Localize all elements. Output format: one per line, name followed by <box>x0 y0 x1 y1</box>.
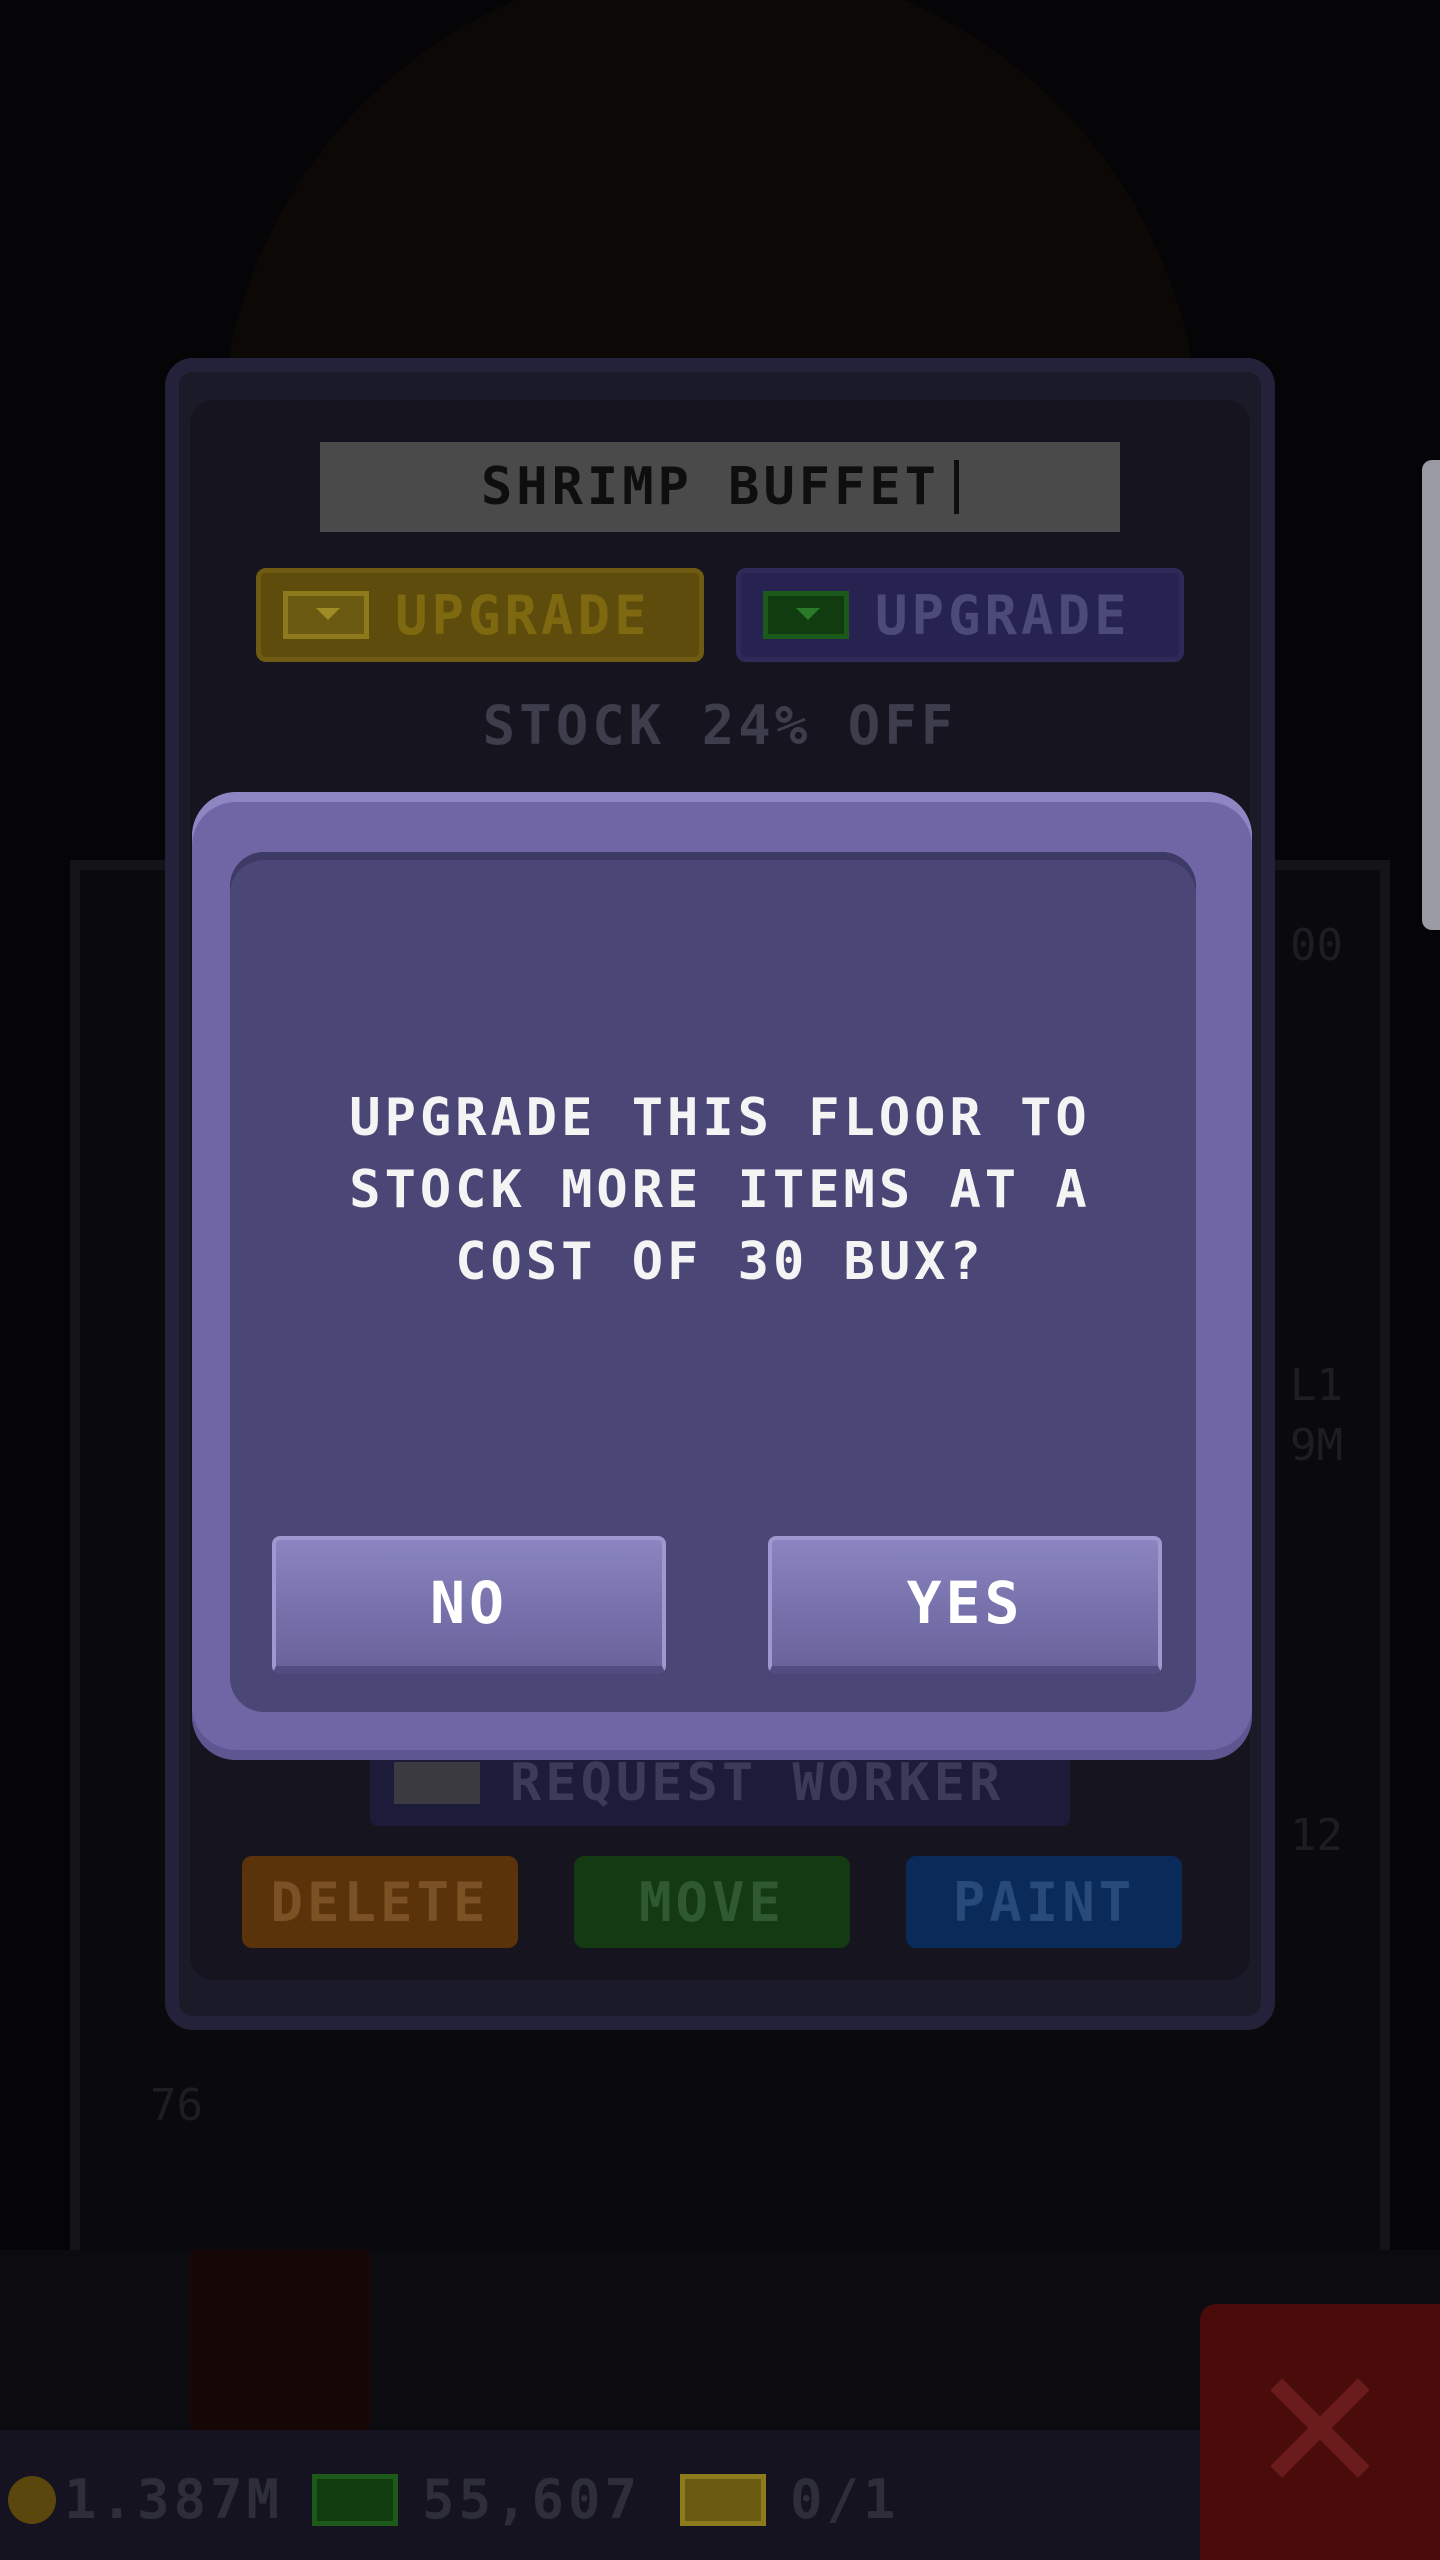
upgrade-gold-button[interactable]: UPGRADE <box>256 568 704 662</box>
floor-name-input[interactable]: SHRIMP BUFFET <box>320 442 1120 532</box>
coin-icon <box>8 2475 56 2524</box>
background-text: L1 <box>1290 1360 1343 1411</box>
upgrade-bux-button[interactable]: UPGRADE <box>736 568 1184 662</box>
worker-request-icon <box>394 1762 480 1804</box>
paint-button[interactable]: PAINT <box>906 1856 1182 1948</box>
text-caret <box>954 460 959 514</box>
background-text: 76 <box>150 2080 203 2131</box>
upgrade-bux-label: UPGRADE <box>875 583 1131 647</box>
dialog-message: UPGRADE THIS FLOOR TO STOCK MORE ITEMS A… <box>349 1088 1091 1292</box>
stock-discount-text: STOCK 24% OFF <box>482 694 958 757</box>
tickets-value: 0/1 <box>790 2468 900 2531</box>
bux-icon <box>312 2473 398 2526</box>
request-worker-label: REQUEST WORKER <box>510 1753 1005 1813</box>
background-text: 00 <box>1290 920 1343 971</box>
bux-value: 55,607 <box>422 2468 642 2531</box>
close-button[interactable]: ✕ <box>1200 2304 1440 2560</box>
yes-button[interactable]: YES <box>768 1536 1162 1674</box>
bux-counter: 55,607 <box>312 2468 641 2531</box>
tickets-counter: 0/1 <box>680 2468 900 2531</box>
background-text: 9M <box>1290 1420 1343 1471</box>
upgrade-gold-label: UPGRADE <box>395 583 651 647</box>
close-icon: ✕ <box>1248 2333 1392 2531</box>
move-button[interactable]: MOVE <box>574 1856 850 1948</box>
background-red-tile <box>190 2250 370 2430</box>
floor-name-text: SHRIMP BUFFET <box>481 457 940 517</box>
background-text: 12 <box>1290 1810 1343 1861</box>
coins-value: 1.387M <box>64 2468 284 2531</box>
coins-counter: 1.387M <box>8 2468 283 2531</box>
delete-button[interactable]: DELETE <box>242 1856 518 1948</box>
ticket-icon <box>283 591 369 639</box>
bux-icon <box>763 591 849 639</box>
no-button[interactable]: NO <box>272 1536 666 1674</box>
ticket-icon <box>680 2473 766 2526</box>
